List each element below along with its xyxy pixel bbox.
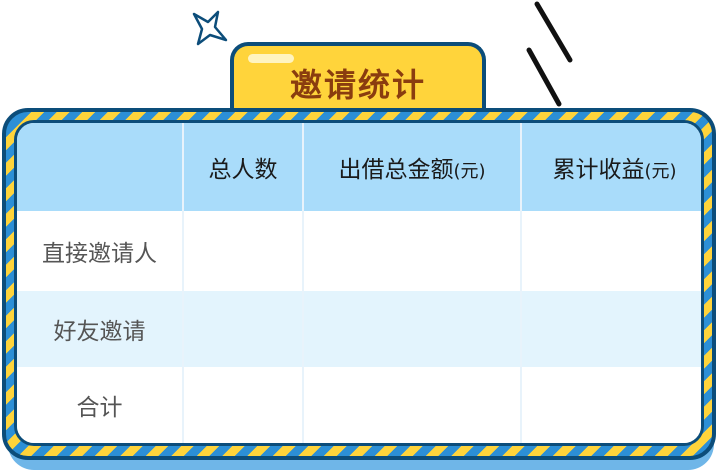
row-label-direct: 直接邀请人 [17, 211, 184, 291]
cell-friend-lent [303, 291, 522, 367]
slash-lines-icon [526, 1, 573, 107]
table-header-row: 总人数 出借总金额(元) 累计收益(元) [17, 123, 701, 211]
table-row: 合计 [17, 367, 701, 443]
row-label-total: 合计 [17, 367, 184, 443]
stats-table: 总人数 出借总金额(元) 累计收益(元) 直接邀请人 好友邀请 合计 [17, 123, 701, 443]
cell-total-lent [303, 367, 522, 443]
header-total-lent: 出借总金额(元) [303, 123, 522, 211]
page-title: 邀请统计 [289, 66, 426, 104]
title-tab: 邀请统计 [230, 42, 486, 114]
star-outline-icon [192, 10, 228, 46]
cell-friend-people [183, 291, 304, 367]
header-cumulative-income: 累计收益(元) [552, 157, 677, 183]
cell-direct-people [183, 211, 304, 291]
table-row: 好友邀请 [17, 291, 701, 367]
row-label-friend: 好友邀请 [17, 291, 184, 367]
cell-direct-income [521, 211, 701, 291]
header-total-people: 总人数 [183, 123, 304, 211]
table-row: 直接邀请人 [17, 211, 701, 291]
header-corner [17, 123, 184, 211]
stats-card: 总人数 出借总金额(元) 累计收益(元) 直接邀请人 好友邀请 合计 [14, 120, 704, 446]
cell-friend-income [521, 291, 701, 367]
cell-total-people [183, 367, 304, 443]
cell-direct-lent [303, 211, 522, 291]
cell-total-income [521, 367, 701, 443]
